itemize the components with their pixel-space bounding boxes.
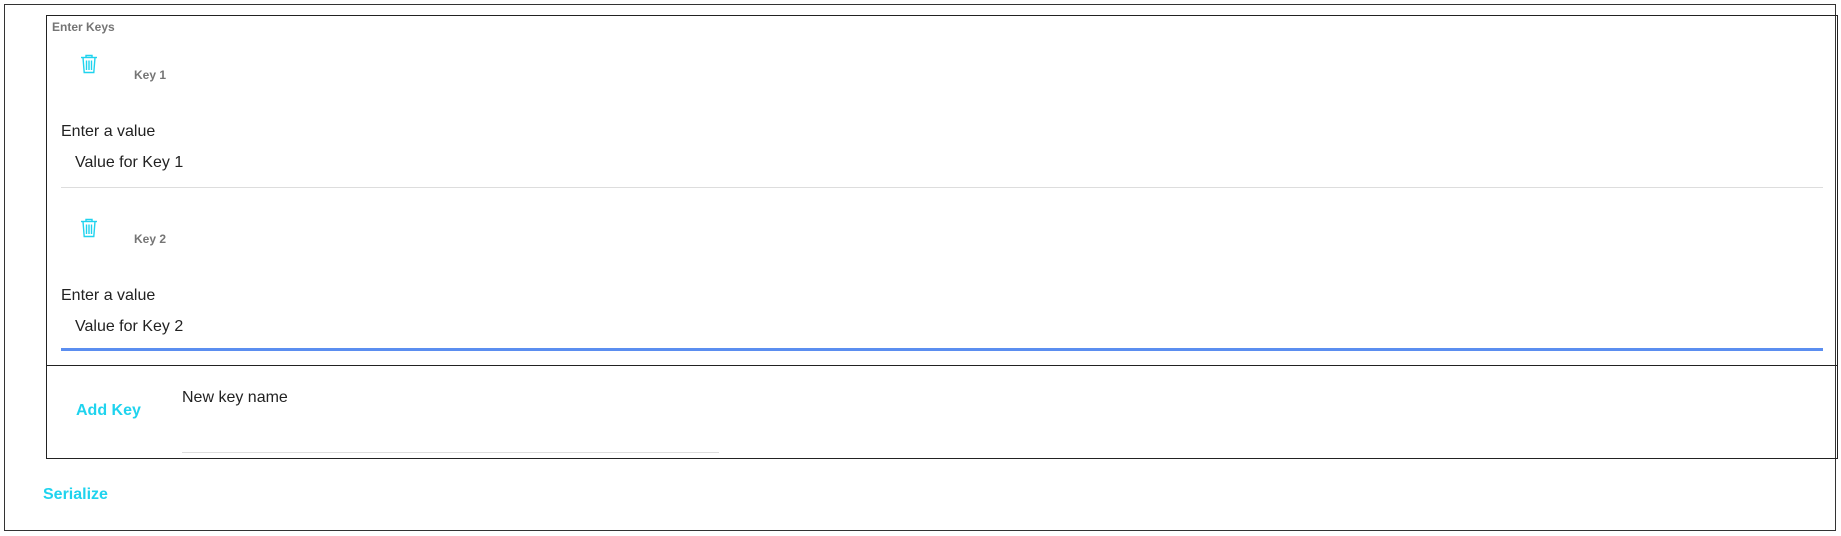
add-key-button[interactable]: Add Key	[76, 402, 141, 420]
value-input-underline	[61, 187, 1823, 188]
new-key-name-input[interactable]	[182, 414, 719, 452]
key-name-label: Key 1	[134, 68, 167, 82]
value-field-label: Enter a value	[61, 123, 156, 140]
trash-icon	[81, 54, 97, 74]
trash-icon	[81, 218, 97, 238]
delete-key-button[interactable]	[75, 50, 103, 78]
value-input-underline-focused	[61, 348, 1823, 351]
key-value-input[interactable]	[61, 148, 1823, 178]
new-key-input-underline	[182, 452, 719, 453]
enter-keys-fieldset: Enter Keys Key 1 Enter a value Value for…	[46, 15, 1838, 459]
serialize-button[interactable]: Serialize	[43, 486, 108, 504]
key-name-label: Key 2	[134, 232, 167, 246]
delete-key-button[interactable]	[75, 214, 103, 242]
value-field-label: Enter a value	[61, 287, 156, 304]
section-divider	[47, 365, 1837, 366]
fieldset-legend: Enter Keys	[52, 20, 115, 34]
app-container: Enter Keys Key 1 Enter a value Value for…	[4, 4, 1838, 531]
new-key-name-label: New key name	[182, 389, 288, 406]
key-value-input[interactable]	[61, 312, 1823, 342]
